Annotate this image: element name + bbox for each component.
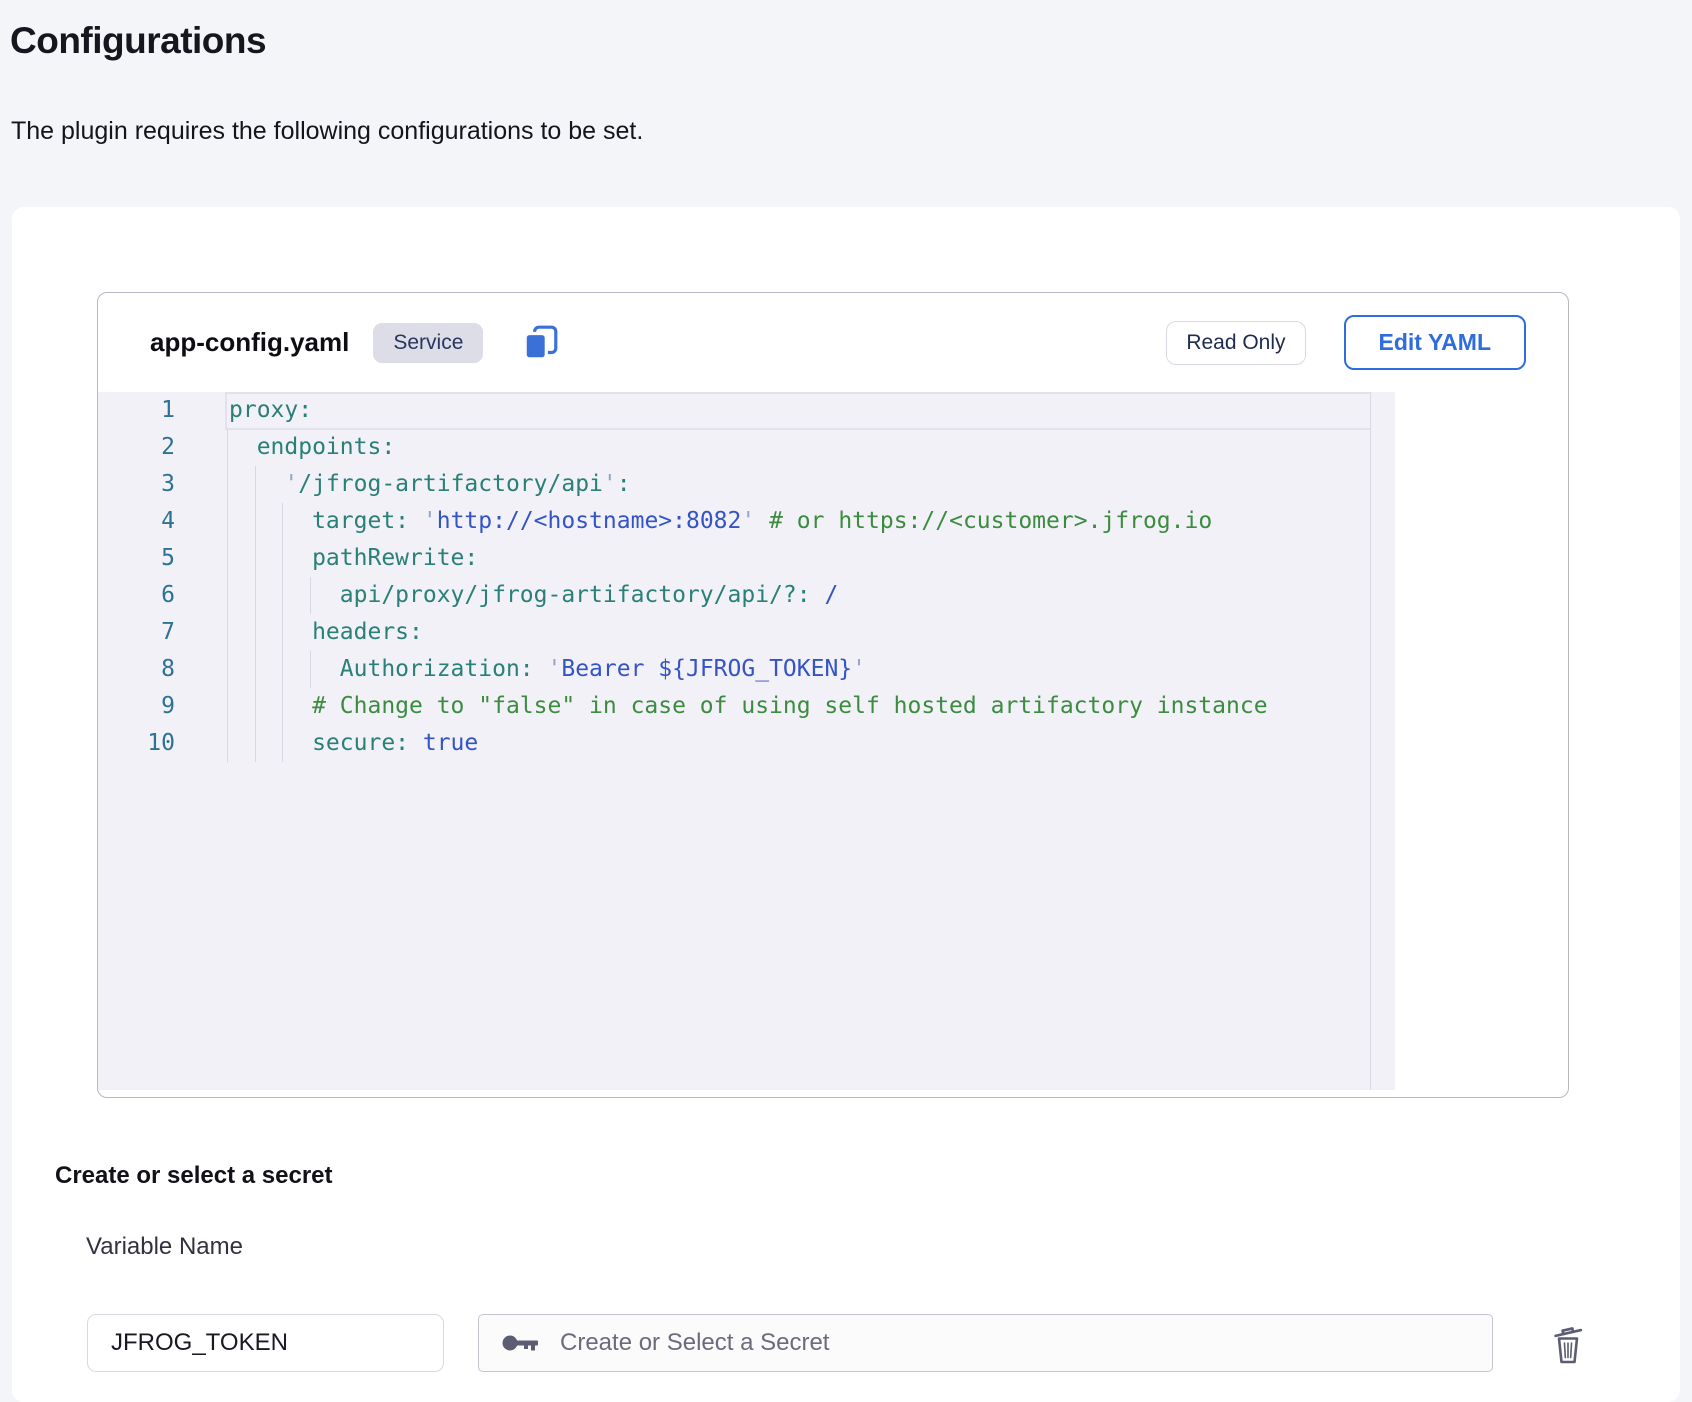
- code-line: 2 endpoints:: [98, 429, 1370, 466]
- content-panel: app-config.yaml Service Read Only Edit Y…: [12, 207, 1680, 1402]
- code-line: 4 target: 'http://<hostname>:8082' # or …: [98, 503, 1370, 540]
- code-line-text: endpoints:: [229, 429, 395, 466]
- code-card: app-config.yaml Service Read Only Edit Y…: [97, 292, 1569, 1098]
- secret-heading: Create or select a secret: [55, 1162, 333, 1190]
- indent-guide: [227, 614, 228, 651]
- secret-select[interactable]: Create or Select a Secret: [478, 1314, 1493, 1372]
- copy-button[interactable]: [519, 321, 563, 365]
- trash-icon: [1548, 1322, 1588, 1366]
- file-name: app-config.yaml: [150, 327, 349, 358]
- line-number: 3: [98, 466, 175, 503]
- code-line-text: target: 'http://<hostname>:8082' # or ht…: [229, 503, 1212, 540]
- code-line: 7 headers:: [98, 614, 1370, 651]
- code-line-text: headers:: [229, 614, 423, 651]
- copy-icon: [522, 324, 560, 362]
- key-icon: [501, 1332, 543, 1354]
- code-editor[interactable]: 1proxy:2 endpoints:3 '/jfrog-artifactory…: [98, 392, 1395, 1090]
- code-line: 5 pathRewrite:: [98, 540, 1370, 577]
- indent-guide: [227, 429, 228, 466]
- code-line-text: secure: true: [229, 725, 478, 762]
- code-line-text: '/jfrog-artifactory/api':: [229, 466, 631, 503]
- card-header-actions: Read Only Edit YAML: [1166, 315, 1526, 370]
- code-line: 1 proxy:: [98, 392, 1370, 429]
- indent-guide: [227, 688, 228, 725]
- line-number: 5: [98, 540, 175, 577]
- code-line-text: api/proxy/jfrog-artifactory/api/?: /: [229, 577, 838, 614]
- delete-secret-button[interactable]: [1544, 1318, 1592, 1370]
- code-line: 8 Authorization: 'Bearer ${JFROG_TOKEN}': [98, 651, 1370, 688]
- line-number: 6: [98, 577, 175, 614]
- code-card-header: app-config.yaml Service Read Only Edit Y…: [98, 293, 1568, 392]
- line-number: 10: [98, 725, 175, 762]
- code-line: 9 # Change to "false" in case of using s…: [98, 688, 1370, 725]
- edit-yaml-button[interactable]: Edit YAML: [1344, 315, 1526, 370]
- service-badge: Service: [373, 323, 483, 363]
- line-number: 7: [98, 614, 175, 651]
- page-title: Configurations: [10, 20, 266, 62]
- line-number: 8: [98, 651, 175, 688]
- scrollbar-track[interactable]: [1370, 392, 1395, 1090]
- secret-select-placeholder: Create or Select a Secret: [560, 1329, 829, 1357]
- read-only-badge: Read Only: [1166, 321, 1305, 365]
- page-subtitle: The plugin requires the following config…: [11, 117, 643, 146]
- line-number: 4: [98, 503, 175, 540]
- indent-guide: [227, 577, 228, 614]
- indent-guide: [227, 651, 228, 688]
- code-line-text: # Change to "false" in case of using sel…: [229, 688, 1268, 725]
- indent-guide: [227, 725, 228, 762]
- variable-name-input[interactable]: [87, 1314, 444, 1372]
- code-line-text: Authorization: 'Bearer ${JFROG_TOKEN}': [229, 651, 866, 688]
- variable-name-label: Variable Name: [86, 1233, 243, 1261]
- code-line: 6 api/proxy/jfrog-artifactory/api/?: /: [98, 577, 1370, 614]
- code-line-text: proxy:: [229, 392, 312, 429]
- indent-guide: [227, 540, 228, 577]
- line-number: 9: [98, 688, 175, 725]
- indent-guide: [227, 503, 228, 540]
- line-number: 1: [98, 392, 175, 429]
- line-number: 2: [98, 429, 175, 466]
- code-line-text: pathRewrite:: [229, 540, 478, 577]
- code-line: 3 '/jfrog-artifactory/api':: [98, 466, 1370, 503]
- code-line: 10 secure: true: [98, 725, 1370, 762]
- indent-guide: [227, 466, 228, 503]
